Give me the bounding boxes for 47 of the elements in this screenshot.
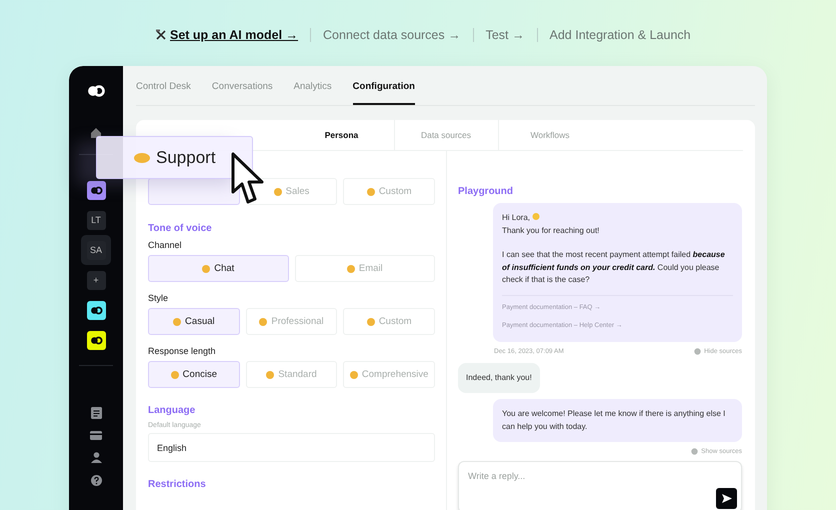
field-label: Response length (148, 346, 217, 356)
home-icon (90, 127, 102, 139)
add-workspace-button[interactable]: + (86, 270, 106, 290)
workspace-logo-button[interactable] (86, 330, 106, 350)
bot-message: You are welcome! Please let me know if there is anything else I can help you with today. (493, 399, 742, 442)
step-link[interactable]: Add Integration & Launch (536, 28, 703, 42)
option-button[interactable]: Professional (246, 308, 338, 335)
option-button[interactable]: Email (294, 255, 435, 282)
option-button[interactable]: Custom (343, 178, 436, 205)
user-icon (90, 452, 102, 463)
workspace-logo-button[interactable] (86, 180, 106, 200)
section-heading: Restrictions (148, 479, 207, 490)
option-button[interactable]: Chat (148, 255, 288, 282)
document-icon (90, 407, 102, 419)
option-button[interactable]: Casual (148, 308, 240, 335)
workspace-button[interactable]: SA (86, 240, 106, 260)
workspace-button[interactable]: LT (86, 210, 106, 230)
send-button[interactable] (716, 488, 737, 509)
nav-tab[interactable]: Analytics (294, 66, 332, 105)
option-button[interactable]: Custom (343, 308, 436, 335)
card-icon (90, 431, 102, 440)
step-link[interactable]: Set up an AI model → (155, 28, 310, 42)
nav-tab[interactable]: Conversations (212, 66, 273, 105)
section-heading: Playground (458, 185, 514, 197)
option-button[interactable]: Comprehensive (343, 361, 436, 388)
user-message: Indeed, thank you! (458, 362, 540, 393)
section-tab[interactable]: Data sources (394, 120, 498, 150)
dragged-option-card[interactable]: Support (96, 136, 253, 179)
nav-tab[interactable]: Configuration (352, 66, 415, 105)
section-heading: Tone of voice (148, 223, 213, 234)
option-button[interactable]: Standard (246, 361, 338, 388)
help-icon (90, 475, 102, 486)
language-select[interactable]: English (148, 433, 435, 462)
option-label: Support (156, 148, 216, 168)
nav-tab[interactable]: Control Desk (136, 66, 191, 105)
option-button[interactable]: Concise (148, 361, 240, 388)
step-link[interactable]: Connect data sources → (310, 28, 473, 42)
send-icon (722, 494, 732, 503)
option-button[interactable] (148, 178, 240, 205)
section-tab[interactable]: Persona (290, 120, 394, 150)
step-link[interactable]: Test → (472, 28, 537, 42)
workspace-logo-button[interactable] (86, 300, 106, 320)
section-tab[interactable]: Workflows (498, 120, 602, 150)
section-heading: Language (148, 405, 196, 416)
reply-field[interactable]: Write a reply... (458, 461, 742, 510)
field-label: Channel (148, 240, 183, 250)
field-label: Style (148, 293, 170, 303)
